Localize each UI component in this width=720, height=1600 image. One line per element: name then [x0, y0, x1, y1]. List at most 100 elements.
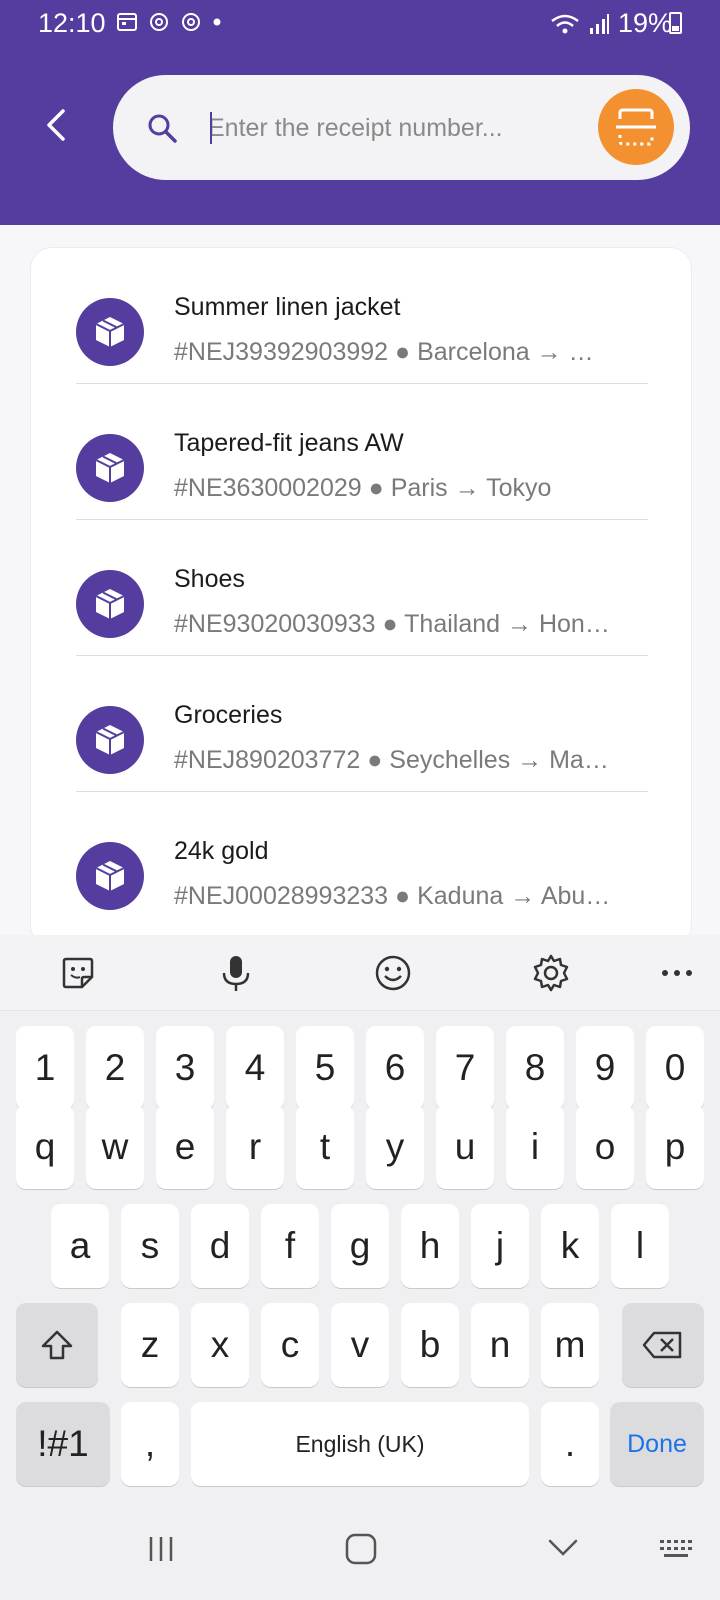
key-q[interactable]: q	[16, 1105, 74, 1189]
list-item[interactable]: Groceries #NEJ890203772 ● Seychelles → M…	[76, 656, 648, 792]
sync-icon	[150, 13, 168, 31]
key-2[interactable]: 2	[86, 1026, 144, 1110]
key-y[interactable]: y	[366, 1105, 424, 1189]
shipment-details: #NEJ39392903992 ● Barcelona → …	[174, 338, 634, 367]
backspace-key[interactable]	[622, 1303, 704, 1387]
key-1[interactable]: 1	[16, 1026, 74, 1110]
arrow-right-icon: →	[517, 746, 543, 774]
origin: Thailand	[404, 610, 501, 638]
receipt-number: #NE93020030933	[174, 610, 376, 638]
shipment-details: #NEJ00028993233 ● Kaduna → Abu…	[174, 882, 634, 911]
key-v[interactable]: v	[331, 1303, 389, 1387]
separator-dot: ●	[382, 610, 398, 638]
key-3[interactable]: 3	[156, 1026, 214, 1110]
key-d[interactable]: d	[191, 1204, 249, 1288]
origin: Barcelona	[417, 338, 530, 366]
status-right: 19%	[550, 8, 672, 39]
key-b[interactable]: b	[401, 1303, 459, 1387]
separator-dot: ●	[368, 474, 384, 502]
more-icon[interactable]	[657, 953, 697, 993]
key-m[interactable]: m	[541, 1303, 599, 1387]
text-caret	[210, 112, 212, 144]
back-button[interactable]	[38, 105, 78, 145]
key-h[interactable]: h	[401, 1204, 459, 1288]
key-e[interactable]: e	[156, 1105, 214, 1189]
key-t[interactable]: t	[296, 1105, 354, 1189]
list-item[interactable]: Tapered-fit jeans AW #NE3630002029 ● Par…	[76, 384, 648, 520]
recent-apps-icon[interactable]	[146, 1534, 176, 1564]
key-u[interactable]: u	[436, 1105, 494, 1189]
package-icon	[76, 434, 144, 502]
search-icon	[148, 114, 177, 143]
shipment-list: Summer linen jacket #NEJ39392903992 ● Ba…	[30, 247, 692, 947]
key-c[interactable]: c	[261, 1303, 319, 1387]
shipment-details: #NEJ890203772 ● Seychelles → Ma…	[174, 746, 634, 775]
key-x[interactable]: x	[191, 1303, 249, 1387]
battery-icon	[669, 12, 682, 34]
shipment-title: Tapered-fit jeans AW	[174, 429, 404, 457]
shift-key[interactable]	[16, 1303, 98, 1387]
key-r[interactable]: r	[226, 1105, 284, 1189]
gear-icon[interactable]	[531, 953, 571, 993]
origin: Seychelles	[389, 746, 511, 774]
separator-dot: ●	[367, 746, 383, 774]
arrow-right-icon: →	[510, 882, 536, 910]
notification-icons	[116, 10, 222, 34]
arrow-right-icon: →	[454, 474, 480, 502]
key-4[interactable]: 4	[226, 1026, 284, 1110]
period-key[interactable]: .	[541, 1402, 599, 1486]
key-j[interactable]: j	[471, 1204, 529, 1288]
origin: Kaduna	[417, 882, 504, 910]
key-9[interactable]: 9	[576, 1026, 634, 1110]
system-nav-bar	[0, 1500, 720, 1600]
keyboard-icon[interactable]	[658, 1536, 694, 1562]
key-l[interactable]: l	[611, 1204, 669, 1288]
key-0[interactable]: 0	[646, 1026, 704, 1110]
key-k[interactable]: k	[541, 1204, 599, 1288]
scan-button[interactable]	[598, 89, 674, 165]
wifi-icon	[551, 14, 579, 33]
barcode-scan-icon	[616, 108, 656, 146]
battery-percent: 19%	[617, 8, 672, 38]
space-key[interactable]: English (UK)	[191, 1402, 529, 1486]
receipt-search-bar[interactable]	[113, 75, 690, 180]
key-8[interactable]: 8	[506, 1026, 564, 1110]
package-icon	[76, 298, 144, 366]
comma-key[interactable]: ,	[121, 1402, 179, 1486]
key-6[interactable]: 6	[366, 1026, 424, 1110]
key-f[interactable]: f	[261, 1204, 319, 1288]
key-n[interactable]: n	[471, 1303, 529, 1387]
done-key[interactable]: Done	[610, 1402, 704, 1486]
home-icon[interactable]	[344, 1532, 378, 1566]
key-p[interactable]: p	[646, 1105, 704, 1189]
chevron-down-icon[interactable]	[546, 1536, 580, 1560]
done-key-label: Done	[627, 1429, 687, 1458]
key-s[interactable]: s	[121, 1204, 179, 1288]
package-icon	[76, 570, 144, 638]
key-o[interactable]: o	[576, 1105, 634, 1189]
shipment-title: 24k gold	[174, 837, 269, 865]
app-header: 12:10 19%	[0, 0, 720, 225]
receipt-number: #NE3630002029	[174, 474, 362, 502]
symbols-key[interactable]: !#1	[16, 1402, 110, 1486]
key-z[interactable]: z	[121, 1303, 179, 1387]
key-a[interactable]: a	[51, 1204, 109, 1288]
key-w[interactable]: w	[86, 1105, 144, 1189]
list-item[interactable]: Summer linen jacket #NEJ39392903992 ● Ba…	[76, 248, 648, 384]
emoji-icon[interactable]	[373, 953, 413, 993]
key-5[interactable]: 5	[296, 1026, 354, 1110]
calendar-icon	[117, 13, 137, 31]
list-item[interactable]: 24k gold #NEJ00028993233 ● Kaduna → Abu…	[76, 792, 648, 928]
microphone-icon[interactable]	[216, 953, 256, 993]
space-key-label: English (UK)	[295, 1430, 425, 1457]
list-item[interactable]: Shoes #NE93020030933 ● Thailand → Hon…	[76, 520, 648, 656]
package-icon	[76, 706, 144, 774]
shipment-title: Groceries	[174, 701, 283, 729]
signal-icon	[589, 13, 609, 34]
key-7[interactable]: 7	[436, 1026, 494, 1110]
key-g[interactable]: g	[331, 1204, 389, 1288]
receipt-search-input[interactable]	[208, 105, 578, 151]
shift-icon	[41, 1330, 73, 1360]
key-i[interactable]: i	[506, 1105, 564, 1189]
sticker-icon[interactable]	[58, 953, 98, 993]
